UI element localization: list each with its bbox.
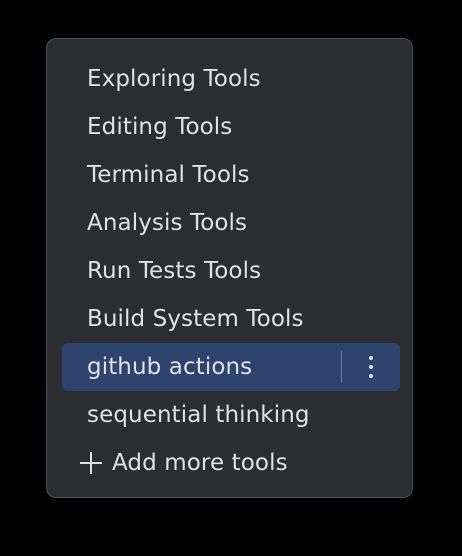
menu-item-editing-tools[interactable]: Editing Tools [62,103,400,151]
menu-item-terminal-tools[interactable]: Terminal Tools [62,151,400,199]
menu-item-sequential-thinking[interactable]: sequential thinking [62,391,400,439]
menu-item-build-system-tools[interactable]: Build System Tools [62,295,400,343]
more-vertical-icon [369,356,373,360]
plus-icon [80,452,102,474]
tools-popup-menu: Exploring Tools Editing Tools Terminal T… [46,38,413,498]
menu-item-label: Editing Tools [87,114,233,140]
menu-item-label: sequential thinking [87,402,310,428]
menu-item-label: Terminal Tools [87,162,250,188]
row-actions [341,343,400,391]
tools-menu-list: Exploring Tools Editing Tools Terminal T… [62,55,400,487]
menu-item-label: Analysis Tools [87,210,248,236]
menu-item-label: Build System Tools [87,306,304,332]
more-vertical-icon [369,374,373,378]
menu-item-label: Run Tests Tools [87,258,262,284]
add-more-tools-button[interactable]: Add more tools [62,439,400,487]
menu-item-label: Exploring Tools [87,66,261,92]
menu-item-github-actions[interactable]: github actions [62,343,400,391]
menu-item-exploring-tools[interactable]: Exploring Tools [62,55,400,103]
row-actions-divider [341,351,342,383]
menu-item-analysis-tools[interactable]: Analysis Tools [62,199,400,247]
add-more-tools-label: Add more tools [112,450,288,476]
menu-item-run-tests-tools[interactable]: Run Tests Tools [62,247,400,295]
menu-item-label: github actions [87,354,253,380]
more-options-button[interactable] [358,347,384,387]
more-vertical-icon [369,365,373,369]
